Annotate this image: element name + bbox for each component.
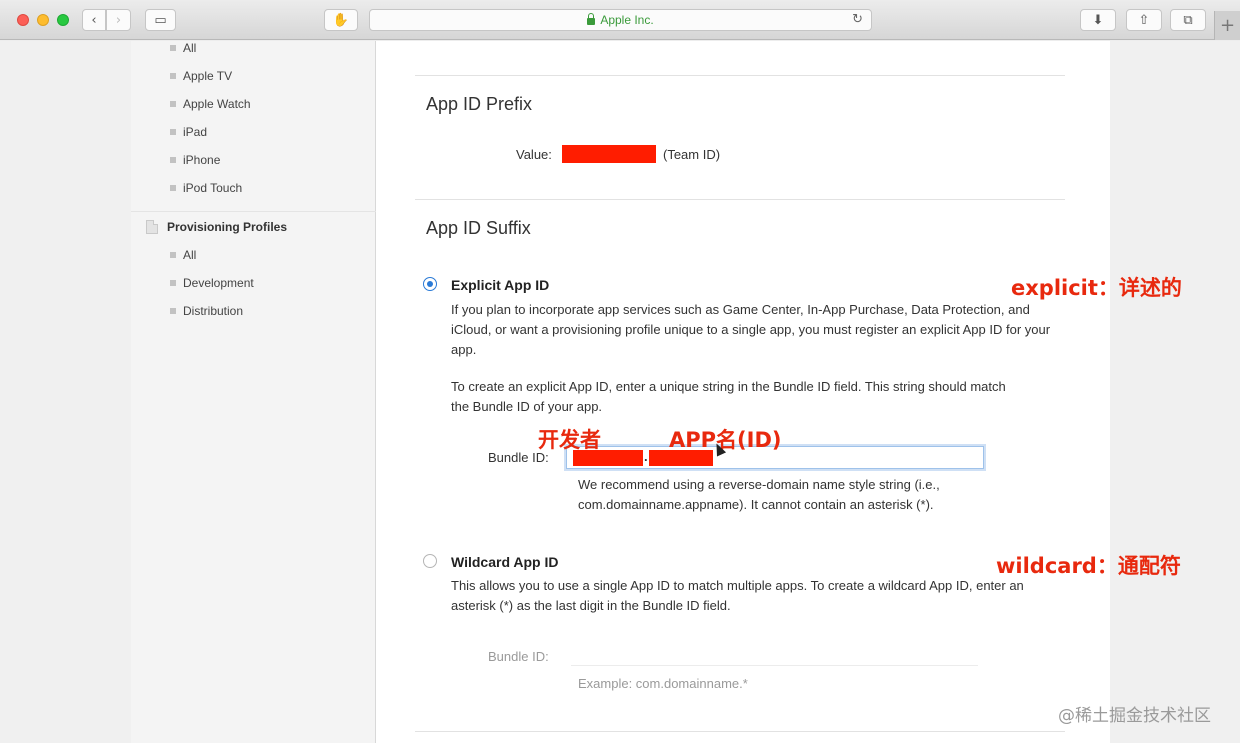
chevron-right-icon: › — [115, 12, 122, 28]
sidebar-item-iphone[interactable]: iPhone — [170, 153, 220, 167]
address-bar[interactable]: Apple Inc. ↻ — [369, 9, 872, 31]
bullet-icon — [170, 185, 176, 191]
forward-button[interactable]: › — [106, 9, 131, 31]
annotation-explicit: explicit：详述的 — [1011, 276, 1182, 300]
app-id-prefix-heading: App ID Prefix — [426, 94, 533, 114]
explicit-app-id-radio[interactable] — [423, 277, 437, 291]
sidebar-item-distribution[interactable]: Distribution — [170, 304, 243, 318]
wildcard-bundle-id-label: Bundle ID: — [488, 649, 549, 664]
hand-icon: ✋ — [332, 12, 350, 28]
minimize-window-button[interactable] — [37, 14, 49, 26]
sidebar-icon: ▭ — [154, 12, 167, 28]
bullet-icon — [170, 73, 176, 79]
prefix-value-label: Value: — [516, 147, 552, 162]
section-divider — [415, 199, 1065, 200]
sidebar-item-apple-watch[interactable]: Apple Watch — [170, 97, 251, 111]
wildcard-app-id-radio[interactable] — [423, 554, 437, 568]
sidebar-divider — [131, 211, 376, 212]
download-icon: ⬇ — [1092, 12, 1104, 28]
section-divider — [415, 75, 1065, 76]
bullet-icon — [170, 157, 176, 163]
right-gutter — [1110, 41, 1240, 743]
browser-toolbar: ‹ › ▭ ✋ Apple Inc. ↻ ⬇ ⇧ ⧉ + — [0, 0, 1240, 40]
left-gutter — [0, 41, 131, 743]
annotation-developer: 开发者 — [538, 428, 601, 452]
section-divider — [415, 731, 1065, 732]
sidebar: All Apple TV Apple Watch iPad iPhone iPo… — [131, 41, 376, 743]
annotation-app-name: APP名(ID) — [669, 428, 782, 452]
chevron-left-icon: ‹ — [91, 12, 97, 28]
sidebar-item-apple-tv[interactable]: Apple TV — [170, 69, 232, 83]
explicit-instructions: To create an explicit App ID, enter a un… — [451, 379, 1006, 414]
sidebar-item-development[interactable]: Development — [170, 276, 254, 290]
team-id-note: (Team ID) — [663, 147, 721, 162]
site-identity: Apple Inc. — [600, 13, 654, 27]
watermark: @稀土掘金技术社区 — [1058, 706, 1211, 726]
lock-icon — [587, 12, 596, 25]
sidebar-group-provisioning-profiles[interactable]: Provisioning Profiles — [146, 220, 287, 234]
bundle-id-hint: We recommend using a reverse-domain name… — [578, 477, 940, 512]
wildcard-example: Example: com.domainname.* — [578, 676, 748, 691]
sidebar-item-profiles-all[interactable]: All — [170, 248, 196, 262]
show-tabs-button[interactable]: ⧉ — [1170, 9, 1206, 31]
extension-button[interactable]: ✋ — [324, 9, 358, 31]
new-tab-button[interactable]: + — [1214, 11, 1240, 40]
reload-icon[interactable]: ↻ — [852, 12, 863, 27]
back-button[interactable]: ‹ — [82, 9, 106, 31]
sidebar-toggle-button[interactable]: ▭ — [145, 9, 176, 31]
bullet-icon — [170, 101, 176, 107]
zoom-window-button[interactable] — [57, 14, 69, 26]
close-window-button[interactable] — [17, 14, 29, 26]
explicit-app-id-label[interactable]: Explicit App ID — [451, 277, 549, 293]
document-icon — [146, 220, 158, 234]
wildcard-app-id-label[interactable]: Wildcard App ID — [451, 554, 558, 570]
annotation-wildcard: wildcard：通配符 — [996, 554, 1181, 578]
bundle-separator: . — [644, 449, 648, 464]
sidebar-item-all[interactable]: All — [170, 41, 196, 55]
bullet-icon — [170, 308, 176, 314]
downloads-button[interactable]: ⬇ — [1080, 9, 1116, 31]
sidebar-item-ipod-touch[interactable]: iPod Touch — [170, 181, 242, 195]
share-icon: ⇧ — [1138, 12, 1150, 28]
app-id-suffix-heading: App ID Suffix — [426, 218, 531, 238]
wildcard-description: This allows you to use a single App ID t… — [451, 578, 1024, 613]
bullet-icon — [170, 280, 176, 286]
explicit-description: If you plan to incorporate app services … — [451, 302, 1051, 357]
redacted-team-id — [562, 145, 656, 163]
plus-icon: + — [1219, 15, 1236, 36]
sidebar-item-ipad[interactable]: iPad — [170, 125, 207, 139]
wildcard-bundle-id-input[interactable] — [571, 644, 978, 666]
bullet-icon — [170, 252, 176, 258]
tabs-icon: ⧉ — [1183, 12, 1193, 28]
bullet-icon — [170, 45, 176, 51]
bullet-icon — [170, 129, 176, 135]
main-content: App ID Prefix Value: (Team ID) App ID Su… — [376, 41, 1110, 743]
share-button[interactable]: ⇧ — [1126, 9, 1162, 31]
